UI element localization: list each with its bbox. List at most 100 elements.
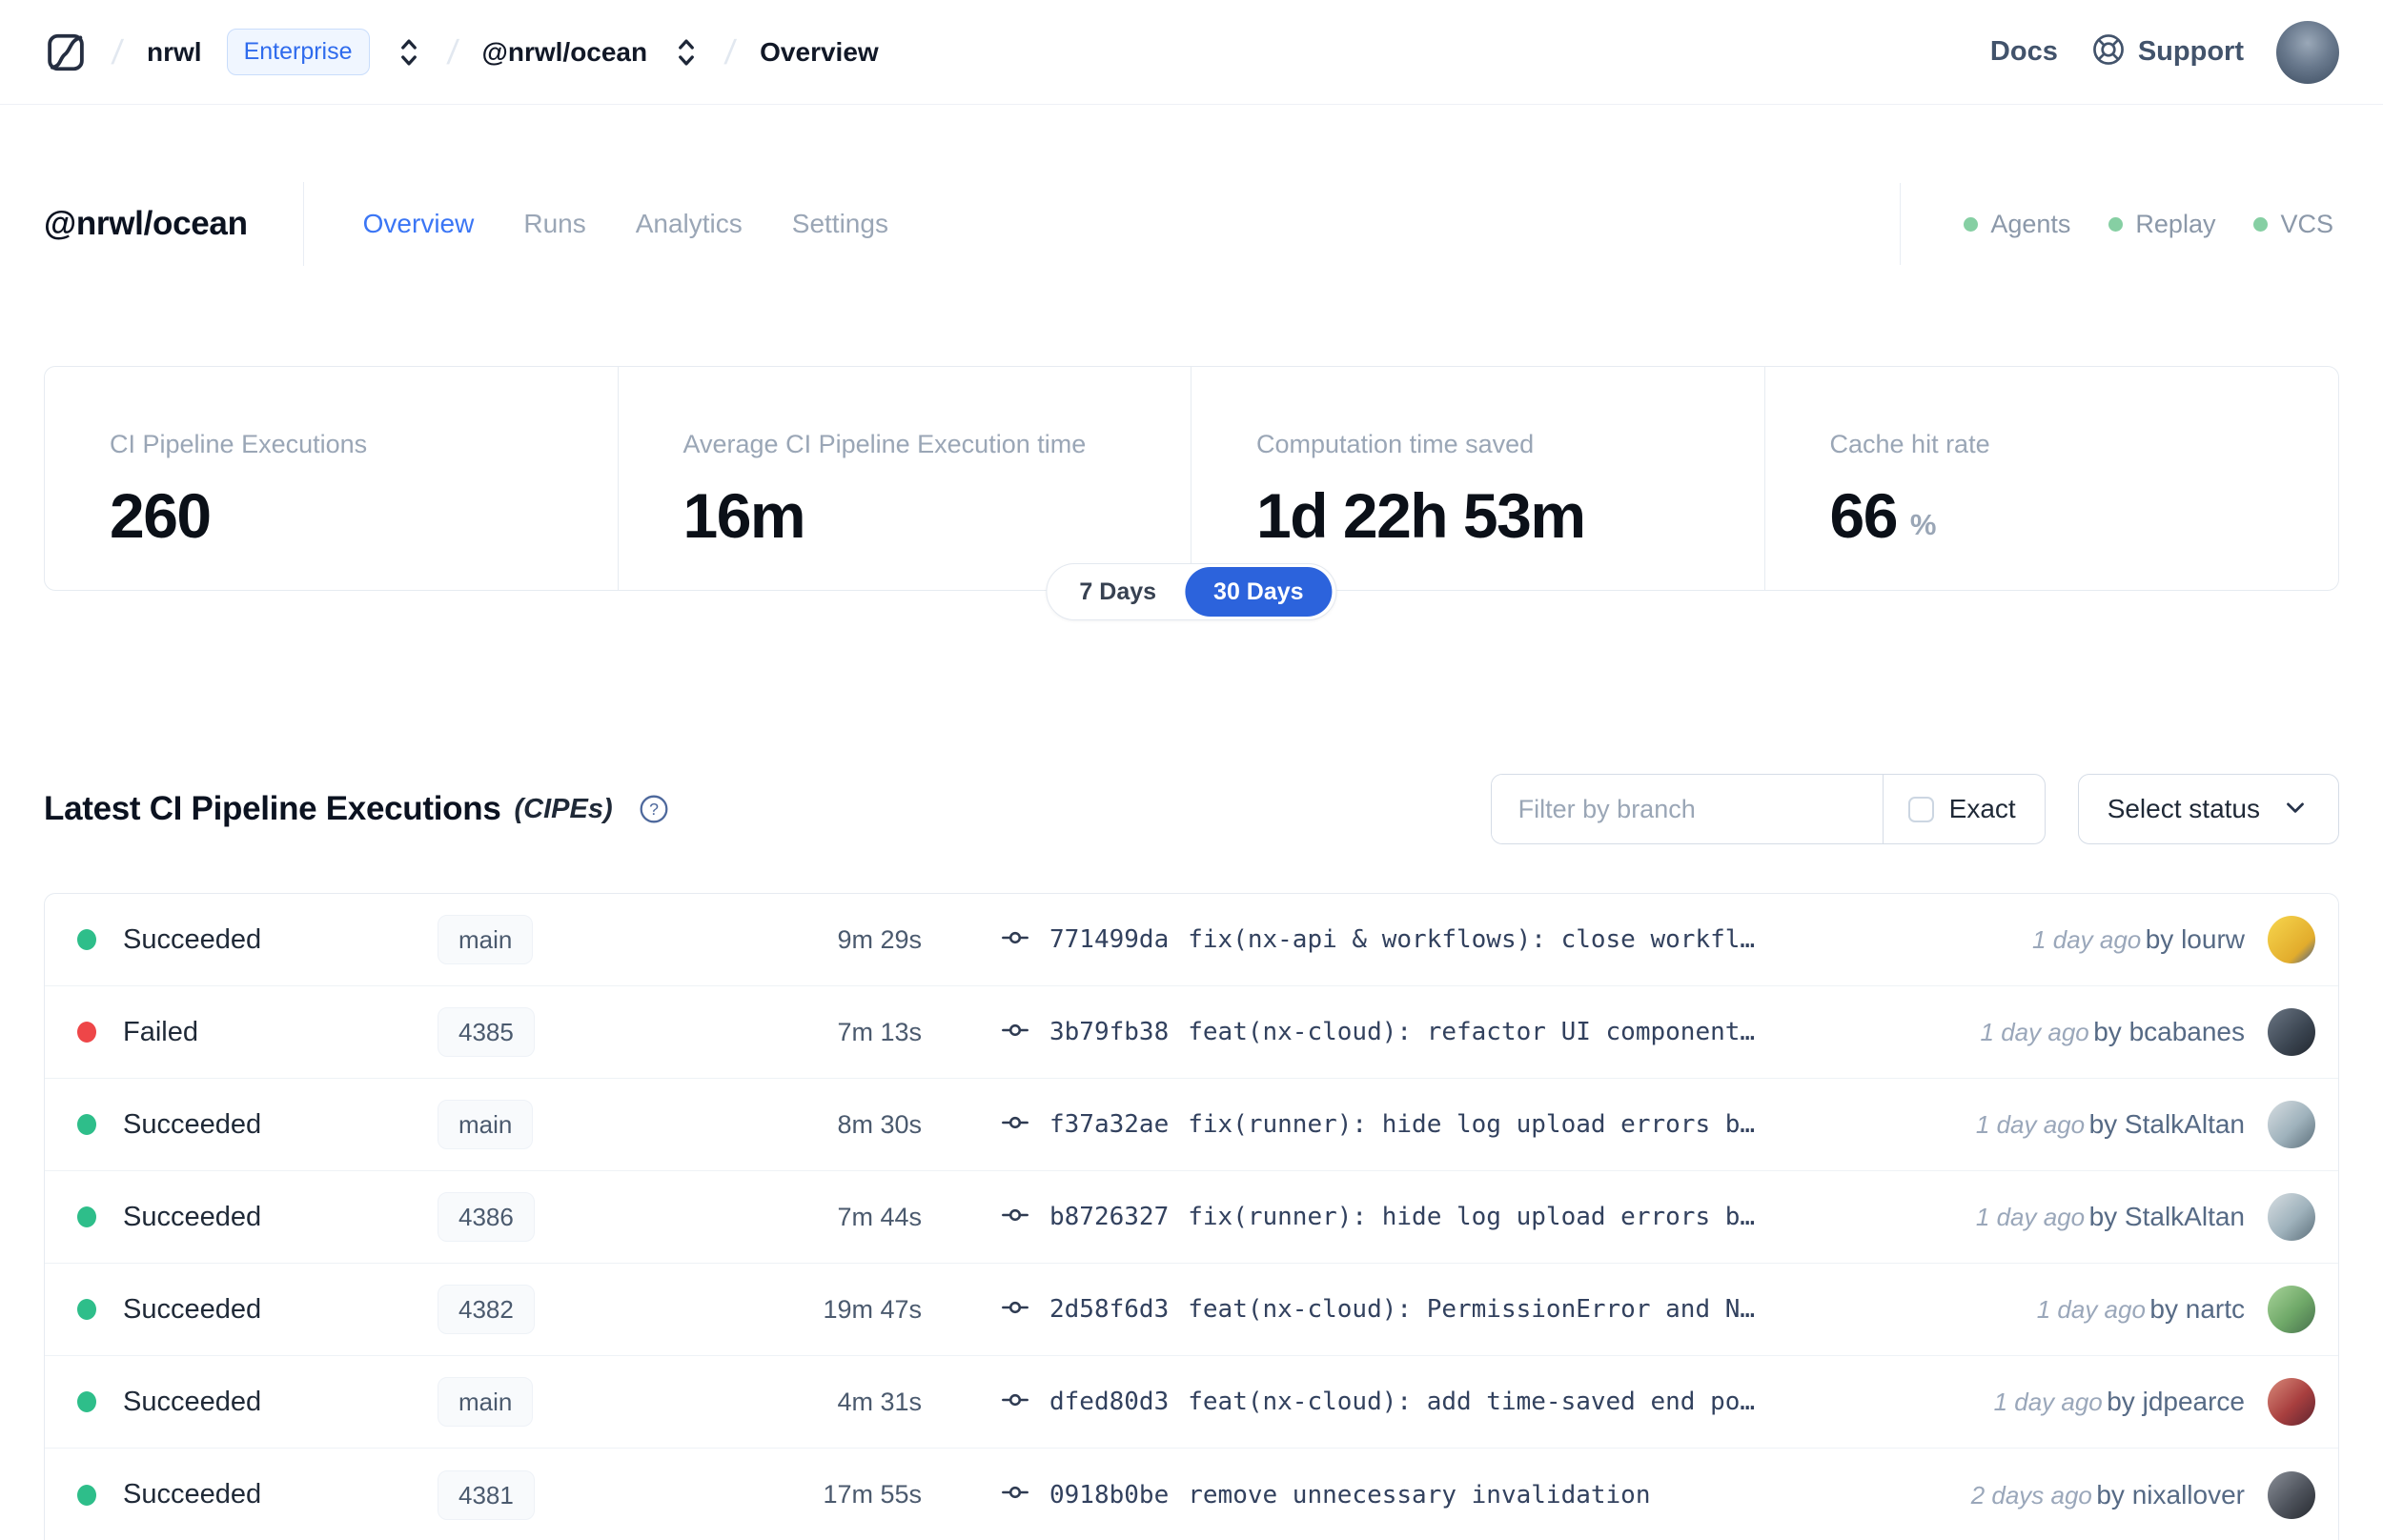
commit-message: feat(nx-cloud): refactor UI component… — [1188, 1018, 1756, 1046]
stat-average-execution-time: Average CI Pipeline Execution time 16m — [619, 367, 1192, 590]
workspace-tabs: Overview Runs Analytics Settings — [363, 209, 888, 239]
tab-analytics[interactable]: Analytics — [636, 209, 743, 239]
commit-hash[interactable]: 2d58f6d3 — [1049, 1295, 1169, 1324]
duration: 19m 47s — [823, 1294, 922, 1324]
commit-message: fix(runner): hide log upload errors b… — [1188, 1203, 1756, 1231]
table-row[interactable]: Succeeded 4386 7m 44s b8726327 fix(runne… — [45, 1171, 2338, 1264]
stat-value: 16m — [682, 480, 806, 551]
user-avatar[interactable] — [2276, 20, 2339, 84]
branch-badge[interactable]: 4386 — [438, 1192, 535, 1242]
stat-value: 66 — [1829, 480, 1899, 551]
tab-settings[interactable]: Settings — [792, 209, 888, 239]
tab-overview[interactable]: Overview — [363, 209, 475, 239]
range-30-days-button[interactable]: 30 Days — [1185, 567, 1333, 617]
branch-badge[interactable]: 4385 — [438, 1007, 535, 1057]
commit-message: fix(runner): hide log upload errors b… — [1188, 1110, 1756, 1139]
section-title: Latest CI Pipeline Executions — [44, 790, 501, 827]
stat-computation-time-saved: Computation time saved 1d 22h 53m — [1192, 367, 1765, 590]
git-commit-icon — [1000, 1385, 1030, 1420]
service-status-replay[interactable]: Replay — [2108, 210, 2215, 239]
cipes-table: Succeeded main 9m 29s 771499da fix(nx-ap… — [44, 893, 2339, 1540]
commit-message: feat(nx-cloud): add time-saved end po… — [1188, 1388, 1756, 1416]
author[interactable]: lourw — [2181, 924, 2245, 954]
time-ago: 1 day ago — [1980, 1018, 2089, 1046]
commit-hash[interactable]: 0918b0be — [1049, 1481, 1169, 1510]
author[interactable]: StalkAltan — [2125, 1202, 2245, 1231]
status-label: Succeeded — [123, 1108, 262, 1140]
author[interactable]: nixallover — [2132, 1480, 2245, 1510]
author-avatar[interactable] — [2268, 916, 2315, 963]
author-avatar[interactable] — [2268, 1286, 2315, 1333]
exact-checkbox[interactable] — [1907, 796, 1934, 822]
commit-hash[interactable]: 771499da — [1049, 925, 1169, 954]
branch-filter-input[interactable] — [1491, 775, 1883, 843]
stat-value: 1d 22h 53m — [1256, 480, 1586, 551]
branch-filter-group: Exact — [1490, 774, 2046, 844]
author[interactable]: StalkAltan — [2125, 1109, 2245, 1139]
author-avatar[interactable] — [2268, 1008, 2315, 1056]
table-row[interactable]: Succeeded 4382 19m 47s 2d58f6d3 feat(nx-… — [45, 1264, 2338, 1356]
support-link[interactable]: Support — [2090, 31, 2244, 72]
commit-hash[interactable]: dfed80d3 — [1049, 1388, 1169, 1416]
git-commit-icon — [1000, 1477, 1030, 1512]
status-label: Succeeded — [123, 1386, 262, 1417]
percent-suffix: % — [1909, 508, 1937, 541]
branch-badge[interactable]: 4381 — [438, 1469, 535, 1520]
docs-link[interactable]: Docs — [1990, 36, 2058, 68]
status-dot — [2253, 216, 2269, 232]
breadcrumb: / nrwl Enterprise / @nrwl/ocean / Overvi… — [44, 29, 879, 75]
author-avatar[interactable] — [2268, 1470, 2315, 1519]
service-status-vcs[interactable]: VCS — [2253, 210, 2333, 239]
table-row[interactable]: Succeeded 4381 17m 55s 0918b0be remove u… — [45, 1449, 2338, 1540]
branch-badge[interactable]: main — [438, 915, 534, 964]
duration: 8m 30s — [837, 1109, 922, 1139]
time-ago: 1 day ago — [1975, 1110, 2086, 1139]
breadcrumb-separator: / — [723, 31, 739, 71]
commit-hash[interactable]: 3b79fb38 — [1049, 1018, 1169, 1046]
author-avatar[interactable] — [2268, 1378, 2315, 1426]
commit-message: fix(nx-api & workflows): close workfl… — [1188, 925, 1756, 954]
chevron-down-icon — [2281, 793, 2310, 826]
table-row[interactable]: Succeeded main 4m 31s dfed80d3 feat(nx-c… — [45, 1356, 2338, 1449]
table-row[interactable]: Succeeded main 8m 30s f37a32ae fix(runne… — [45, 1079, 2338, 1171]
breadcrumb-separator: / — [444, 31, 460, 71]
git-commit-icon — [1000, 1107, 1030, 1143]
range-7-days-button[interactable]: 7 Days — [1050, 567, 1185, 617]
branch-badge[interactable]: main — [438, 1100, 534, 1149]
author[interactable]: bcabanes — [2129, 1017, 2245, 1046]
breadcrumb-org[interactable]: nrwl — [147, 37, 202, 68]
git-commit-icon — [1000, 1200, 1030, 1235]
select-status-dropdown[interactable]: Select status — [2077, 774, 2339, 844]
cipes-section-header: Latest CI Pipeline Executions (CIPEs) ? … — [44, 774, 2339, 844]
exact-match-toggle[interactable]: Exact — [1882, 775, 2045, 843]
stats-card-row: CI Pipeline Executions 260 Average CI Pi… — [44, 366, 2339, 591]
time-ago: 1 day ago — [2036, 1295, 2146, 1324]
author-avatar[interactable] — [2268, 1193, 2315, 1241]
stat-ci-pipeline-executions: CI Pipeline Executions 260 — [45, 367, 619, 590]
duration: 17m 55s — [823, 1480, 922, 1509]
commit-message: feat(nx-cloud): PermissionError and N… — [1188, 1295, 1756, 1324]
duration: 4m 31s — [837, 1387, 922, 1416]
author[interactable]: jdpearce — [2143, 1387, 2245, 1416]
org-switcher-chevron-icon[interactable] — [395, 33, 423, 71]
table-row[interactable]: Failed 4385 7m 13s 3b79fb38 feat(nx-clou… — [45, 986, 2338, 1079]
status-label: Succeeded — [123, 1293, 262, 1325]
status-dot — [77, 1114, 96, 1135]
workspace-switcher-chevron-icon[interactable] — [672, 33, 701, 71]
help-icon[interactable]: ? — [638, 793, 670, 825]
breadcrumb-workspace[interactable]: @nrwl/ocean — [482, 37, 648, 68]
status-dot — [77, 929, 96, 950]
service-status-agents[interactable]: Agents — [1964, 210, 2070, 239]
branch-badge[interactable]: main — [438, 1377, 534, 1427]
table-row[interactable]: Succeeded main 9m 29s 771499da fix(nx-ap… — [45, 894, 2338, 986]
stat-value: 260 — [110, 480, 212, 551]
nx-cloud-logo-icon[interactable] — [44, 30, 88, 75]
branch-badge[interactable]: 4382 — [438, 1285, 535, 1334]
author[interactable]: nartc — [2186, 1294, 2245, 1324]
author-avatar[interactable] — [2268, 1101, 2315, 1148]
commit-hash[interactable]: b8726327 — [1049, 1203, 1169, 1231]
tab-runs[interactable]: Runs — [523, 209, 585, 239]
commit-hash[interactable]: f37a32ae — [1049, 1110, 1169, 1139]
time-ago: 1 day ago — [1975, 1203, 2086, 1231]
time-ago: 1 day ago — [1993, 1388, 2103, 1416]
